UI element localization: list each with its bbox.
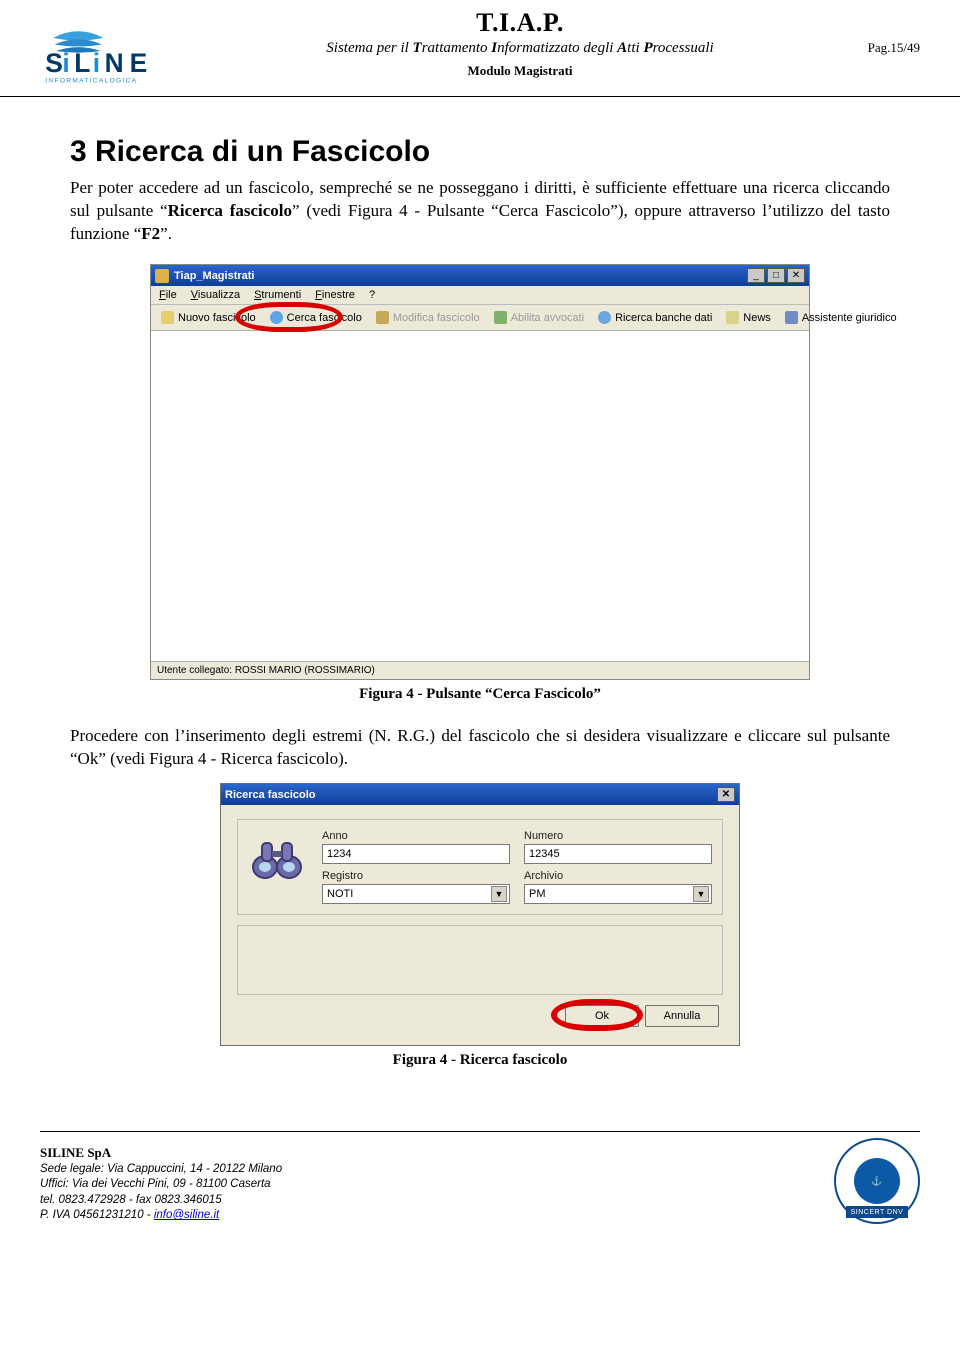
field-archivio: Archivio PM ▼ bbox=[524, 870, 712, 904]
news-icon bbox=[726, 311, 739, 324]
numero-label: Numero bbox=[524, 830, 712, 842]
paragraph-1: Per poter accedere ad un fascicolo, semp… bbox=[70, 177, 890, 246]
document-header: S i L i N E INFORMATICALOGICA T.I.A.P. S… bbox=[0, 0, 960, 97]
app-titlebar: Tiap_Magistrati _ □ ✕ bbox=[151, 265, 809, 286]
maximize-button[interactable]: □ bbox=[767, 268, 785, 283]
footer-text: SILINE SpA Sede legale: Via Cappuccini, … bbox=[40, 1144, 282, 1224]
dialog-ricerca-fascicolo: Ricerca fascicolo ✕ bbox=[220, 783, 740, 1046]
app-title: Tiap_Magistrati bbox=[174, 270, 745, 282]
svg-text:S: S bbox=[45, 48, 63, 78]
dialog-button-row: Ok Annulla bbox=[237, 995, 723, 1037]
svg-text:i: i bbox=[93, 48, 100, 78]
dialog-titlebar: Ricerca fascicolo ✕ bbox=[221, 784, 739, 805]
app-window-screenshot: Tiap_Magistrati _ □ ✕ File Visualizza St… bbox=[150, 264, 810, 680]
header-title-block: T.I.A.P. Sistema per il Trattamento Info… bbox=[230, 8, 810, 79]
menu-finestre[interactable]: Finestre bbox=[315, 289, 355, 301]
toolbar-assistente-giuridico[interactable]: Assistente giuridico bbox=[781, 309, 901, 326]
svg-text:i: i bbox=[62, 48, 69, 78]
dialog-close-button[interactable]: ✕ bbox=[717, 787, 735, 802]
document-footer: SILINE SpA Sede legale: Via Cappuccini, … bbox=[40, 1131, 920, 1236]
registro-select[interactable]: NOTI ▼ bbox=[322, 884, 510, 904]
siline-logo-icon: S i L i N E INFORMATICALOGICA bbox=[40, 26, 185, 85]
chevron-down-icon: ▼ bbox=[693, 886, 709, 902]
toolbar-modifica-fascicolo: Modifica fascicolo bbox=[372, 309, 484, 326]
toolbar-nuovo-fascicolo[interactable]: Nuovo fascicolo bbox=[157, 309, 260, 326]
database-search-icon bbox=[598, 311, 611, 324]
footer-line-3: tel. 0823.472928 - fax 0823.346015 bbox=[40, 1193, 282, 1209]
dialog-results-panel bbox=[237, 925, 723, 995]
toolbar-cerca-fascicolo[interactable]: Cerca fascicolo bbox=[266, 309, 366, 326]
title-module: Modulo Magistrati bbox=[230, 63, 810, 79]
cert-anchor-icon: ⚓ bbox=[854, 1158, 900, 1204]
menu-strumenti[interactable]: Strumenti bbox=[254, 289, 301, 301]
numero-input[interactable]: 12345 bbox=[524, 844, 712, 864]
dialog-title: Ricerca fascicolo bbox=[225, 789, 715, 801]
toolbar-ricerca-banche-dati[interactable]: Ricerca banche dati bbox=[594, 309, 716, 326]
page-number: Pag.15/49 bbox=[830, 8, 920, 56]
footer-email-link[interactable]: info@siline.it bbox=[154, 1209, 219, 1221]
enable-lawyers-icon bbox=[494, 311, 507, 324]
close-button[interactable]: ✕ bbox=[787, 268, 805, 283]
field-anno: Anno 1234 bbox=[322, 830, 510, 864]
chevron-down-icon: ▼ bbox=[491, 886, 507, 902]
menu-visualizza[interactable]: Visualizza bbox=[191, 289, 240, 301]
svg-text:L: L bbox=[74, 48, 90, 78]
title-sub-prefix: Sistema per il bbox=[326, 40, 412, 56]
footer-line-2: Uffici: Via dei Vecchi Pini, 09 - 81100 … bbox=[40, 1177, 282, 1193]
toolbar-news[interactable]: News bbox=[722, 309, 775, 326]
svg-text:INFORMATICALOGICA: INFORMATICALOGICA bbox=[45, 78, 137, 85]
footer-line-1: Sede legale: Via Cappuccini, 14 - 20122 … bbox=[40, 1162, 282, 1178]
title-main: T.I.A.P. bbox=[230, 8, 810, 38]
binoculars-icon bbox=[248, 830, 306, 888]
svg-text:E: E bbox=[130, 48, 148, 78]
new-folder-icon bbox=[161, 311, 174, 324]
legal-assistant-icon bbox=[785, 311, 798, 324]
paragraph-2: Procedere con l’inserimento degli estrem… bbox=[70, 725, 890, 771]
archivio-select[interactable]: PM ▼ bbox=[524, 884, 712, 904]
app-toolbar: Nuovo fascicolo Cerca fascicolo Modifica… bbox=[151, 305, 809, 331]
app-statusbar: Utente collegato: ROSSI MARIO (ROSSIMARI… bbox=[151, 661, 809, 679]
footer-company: SILINE SpA bbox=[40, 1144, 282, 1162]
figure-caption-2: Figura 4 - Ricerca fascicolo bbox=[70, 1052, 890, 1069]
edit-icon bbox=[376, 311, 389, 324]
dialog-fields-panel: Anno 1234 Numero 12345 Registro NOTI ▼ bbox=[237, 819, 723, 915]
figure-caption-1: Figura 4 - Pulsante “Cerca Fascicolo” bbox=[70, 686, 890, 703]
cert-bar-label: SINCERT DNV bbox=[846, 1206, 908, 1218]
menu-file[interactable]: File bbox=[159, 289, 177, 301]
archivio-label: Archivio bbox=[524, 870, 712, 882]
registro-label: Registro bbox=[322, 870, 510, 882]
menu-help[interactable]: ? bbox=[369, 289, 375, 301]
minimize-button[interactable]: _ bbox=[747, 268, 765, 283]
app-icon bbox=[155, 269, 169, 283]
svg-text:N: N bbox=[105, 48, 124, 78]
field-numero: Numero 12345 bbox=[524, 830, 712, 864]
anno-input[interactable]: 1234 bbox=[322, 844, 510, 864]
document-body: 3 Ricerca di un Fascicolo Per poter acce… bbox=[0, 97, 960, 1101]
ok-button[interactable]: Ok bbox=[565, 1005, 639, 1027]
anno-label: Anno bbox=[322, 830, 510, 842]
app-menubar: File Visualizza Strumenti Finestre ? bbox=[151, 286, 809, 305]
section-heading: 3 Ricerca di un Fascicolo bbox=[70, 135, 890, 169]
search-icon bbox=[270, 311, 283, 324]
certification-badge: ⚓ SINCERT DNV bbox=[834, 1138, 920, 1224]
footer-line-4: P. IVA 04561231210 - info@siline.it bbox=[40, 1208, 282, 1224]
field-registro: Registro NOTI ▼ bbox=[322, 870, 510, 904]
cancel-button[interactable]: Annulla bbox=[645, 1005, 719, 1027]
logo-container: S i L i N E INFORMATICALOGICA bbox=[40, 8, 210, 90]
toolbar-abilita-avvocati: Abilita avvocati bbox=[490, 309, 588, 326]
app-content-area bbox=[151, 331, 809, 661]
